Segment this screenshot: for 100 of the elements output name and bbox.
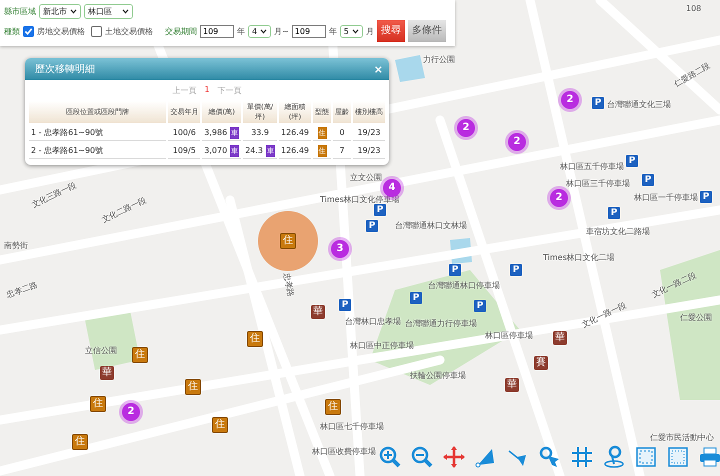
checkbox[interactable] bbox=[91, 26, 102, 36]
residential-marker[interactable]: 住 bbox=[90, 396, 106, 412]
map-label: 108 bbox=[686, 4, 702, 13]
building-marker[interactable]: 華 bbox=[505, 378, 519, 392]
pond bbox=[450, 238, 472, 264]
map-label: 力行公園 bbox=[423, 54, 455, 65]
unit-label: 年 bbox=[237, 26, 245, 36]
map-label: 台灣林口忠孝場 bbox=[345, 316, 401, 327]
parking-marker[interactable]: P bbox=[700, 191, 712, 203]
parking-marker[interactable]: P bbox=[449, 264, 461, 276]
caret-icon bbox=[352, 28, 359, 34]
table-cell: 19/23 bbox=[353, 143, 385, 159]
zoom-in-icon[interactable] bbox=[378, 445, 402, 469]
parking-marker[interactable]: P bbox=[642, 174, 654, 186]
map-label: 南勢街 bbox=[4, 240, 28, 251]
residential-marker[interactable]: 住 bbox=[247, 331, 263, 347]
map-label: 台灣聯通林口文林場 bbox=[395, 220, 467, 231]
district-select[interactable]: 林口區 bbox=[84, 4, 133, 18]
advanced-search-button[interactable]: 多條件 bbox=[408, 20, 446, 42]
parking-marker[interactable]: P bbox=[592, 97, 604, 109]
table-cell: 7 bbox=[333, 143, 351, 159]
map-label: Times林口文化停車場 bbox=[320, 194, 400, 205]
field-label: 交易期間 bbox=[165, 26, 197, 36]
map-label: Times林口文化二場 bbox=[543, 252, 615, 263]
table-cell: 19/23 bbox=[353, 125, 385, 141]
map-label: 仁愛路二段 bbox=[672, 60, 712, 90]
table-cell: 0 bbox=[333, 125, 351, 141]
map-label: 林口區五千停車場 bbox=[560, 161, 624, 172]
current-page: 1 bbox=[204, 85, 210, 96]
map-label: 林口區收費停車場 bbox=[312, 446, 376, 457]
residential-marker[interactable]: 住 bbox=[185, 379, 201, 395]
parking-marker[interactable]: P bbox=[410, 292, 422, 304]
map-label: 立信公園 bbox=[85, 345, 117, 356]
checkbox-label: 房地交易價格 bbox=[37, 26, 85, 36]
table-cell: 1 - 忠孝路61~90號 bbox=[29, 125, 166, 141]
map-label: 文化一路一段 bbox=[580, 300, 628, 330]
map-label: 仁愛公園 bbox=[680, 312, 712, 323]
parking-marker[interactable]: P bbox=[626, 155, 638, 167]
map-label: 扶輪公園停車場 bbox=[410, 370, 466, 381]
year-input[interactable]: 109 bbox=[200, 24, 234, 38]
location-pin-icon[interactable] bbox=[602, 445, 626, 469]
map-label: 林口區三千停車場 bbox=[566, 178, 630, 189]
year-input[interactable]: 109 bbox=[292, 24, 326, 38]
caret-icon bbox=[122, 8, 129, 14]
parking-marker[interactable]: P bbox=[510, 264, 522, 276]
table-cell: 33.9 bbox=[243, 125, 277, 141]
building-marker[interactable]: 華 bbox=[100, 366, 114, 380]
table-cell: 109/5 bbox=[168, 143, 200, 159]
table-cell: 3,986 bbox=[204, 128, 228, 136]
rectangle-select-icon[interactable] bbox=[634, 445, 658, 469]
map-label: 台灣聯通力行停車場 bbox=[405, 318, 477, 329]
table-cell: 100/6 bbox=[168, 125, 200, 141]
residential-marker[interactable]: 住 bbox=[132, 347, 148, 363]
map-label: 文化二路一段 bbox=[100, 194, 148, 225]
field-label: 縣市區域 bbox=[4, 6, 36, 16]
parking-marker[interactable]: P bbox=[374, 204, 386, 216]
table-cell: 3,070 bbox=[204, 146, 228, 154]
parking-marker[interactable]: P bbox=[339, 299, 351, 311]
search-button[interactable]: 搜尋 bbox=[376, 20, 405, 42]
zoom-out-icon[interactable] bbox=[410, 445, 434, 469]
residential-marker[interactable]: 住 bbox=[72, 434, 88, 450]
map-label: 林口區七千停車場 bbox=[320, 421, 384, 432]
unit-label: 月 bbox=[366, 26, 374, 36]
unit-label: 月~ bbox=[274, 26, 289, 36]
map-label: 仁愛市民活動中心 bbox=[650, 432, 714, 443]
printer-icon[interactable] bbox=[698, 445, 720, 469]
residential-marker[interactable]: 住 bbox=[212, 417, 228, 433]
table-cell: 126.49 bbox=[279, 143, 311, 159]
caret-icon bbox=[260, 28, 268, 34]
map-label: 文化三路一段 bbox=[30, 180, 78, 210]
move-icon[interactable] bbox=[442, 445, 466, 469]
building-marker[interactable]: 華 bbox=[553, 331, 567, 345]
parking-marker[interactable]: P bbox=[366, 220, 378, 232]
dotted-rectangle-icon[interactable] bbox=[666, 445, 690, 469]
pond bbox=[395, 55, 425, 82]
map-label: 林口區中正停車場 bbox=[350, 340, 414, 351]
checkbox-label: 土地交易價格 bbox=[105, 26, 153, 36]
selected-residential-marker[interactable]: 住 bbox=[280, 233, 296, 249]
residential-marker[interactable]: 住 bbox=[325, 399, 341, 415]
month-select[interactable]: 5 bbox=[340, 24, 363, 38]
map-label: 台灣聯通林口停車場 bbox=[428, 280, 500, 291]
unit-label: 年 bbox=[328, 26, 337, 36]
table-cell: 2 - 忠孝路61~90號 bbox=[29, 143, 166, 159]
parking-marker[interactable]: P bbox=[608, 207, 620, 219]
checkbox[interactable] bbox=[23, 26, 34, 36]
map-label: 車宿坊文化二路場 bbox=[586, 226, 650, 237]
month-select[interactable]: 4 bbox=[248, 24, 272, 38]
building-marker[interactable]: 賽 bbox=[534, 356, 548, 370]
map-label: 文化一路二段 bbox=[650, 270, 698, 300]
grid-icon[interactable] bbox=[570, 445, 594, 469]
parking-marker[interactable]: P bbox=[474, 300, 486, 312]
field-label: 種類 bbox=[4, 26, 20, 36]
map-label: 林口區停車場 bbox=[485, 330, 533, 341]
city-select[interactable]: 新北市 bbox=[39, 4, 81, 18]
map-label: 林口區一千停車場 bbox=[634, 192, 698, 203]
map-label: 忠孝路 bbox=[281, 272, 296, 298]
caret-icon bbox=[70, 8, 77, 14]
table-cell: 24.3 bbox=[245, 146, 263, 154]
building-marker[interactable]: 華 bbox=[311, 305, 325, 319]
map-label: 忠孝二路 bbox=[5, 279, 39, 300]
